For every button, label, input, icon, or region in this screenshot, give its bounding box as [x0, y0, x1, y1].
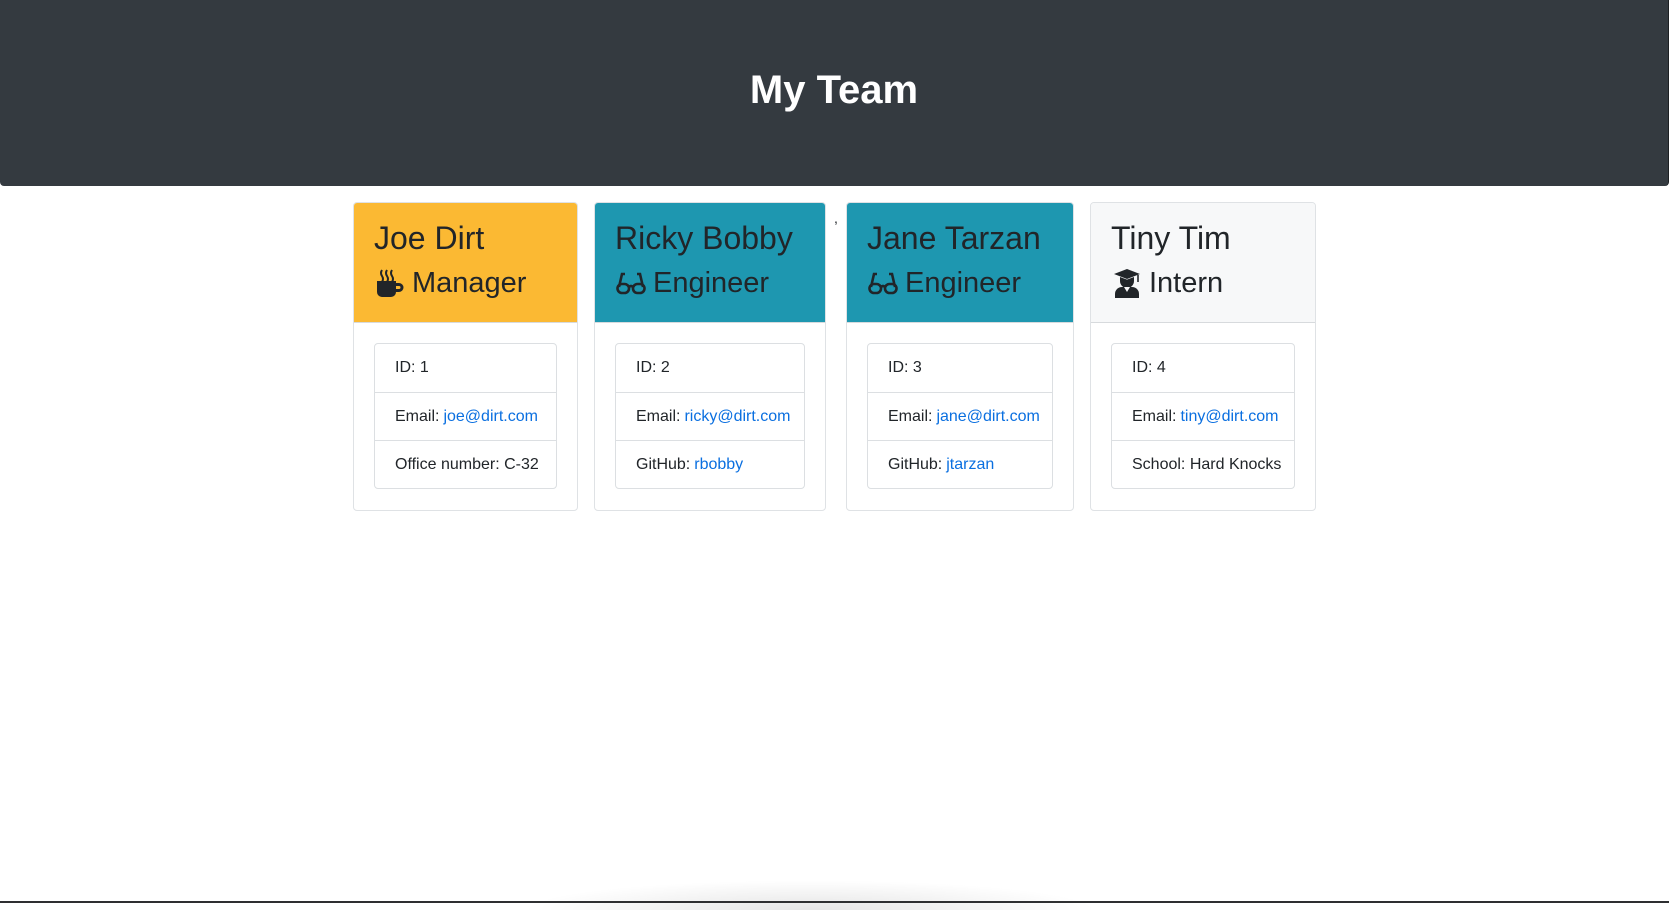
mug-icon	[374, 267, 406, 299]
school-text: School: Hard Knocks	[1132, 455, 1282, 473]
member-role-label: Manager	[412, 267, 527, 299]
member-card-engineer: Jane Tarzan Engineer ID: 3 Email: jane@di…	[846, 202, 1074, 511]
github-link[interactable]: rbobby	[694, 456, 743, 474]
email-link[interactable]: tiny@dirt.com	[1180, 408, 1278, 426]
member-email: Email: joe@dirt.com	[375, 392, 556, 440]
member-id-text: ID: 4	[1132, 359, 1166, 376]
member-school: School: Hard Knocks	[1112, 440, 1294, 488]
member-card-manager: Joe Dirt Manager ID: 1 Email: joe@dirt.co…	[353, 202, 578, 511]
email-link[interactable]: ricky@dirt.com	[684, 408, 790, 426]
member-role: Engineer	[615, 263, 805, 303]
member-email: Email: tiny@dirt.com	[1112, 392, 1294, 440]
email-link[interactable]: jane@dirt.com	[936, 408, 1039, 426]
member-id: ID: 1	[375, 344, 556, 392]
member-name: Ricky Bobby	[615, 220, 793, 256]
member-role-label: Engineer	[905, 267, 1022, 299]
member-id: ID: 3	[868, 344, 1052, 392]
member-id-text: ID: 1	[395, 359, 429, 376]
member-email: Email: ricky@dirt.com	[616, 392, 804, 440]
member-id-text: ID: 2	[636, 359, 670, 376]
stray-comma: ,	[834, 210, 838, 226]
member-details: ID: 4 Email: tiny@dirt.com School: Hard K…	[1111, 343, 1295, 489]
office-number-text: Office number: C-32	[395, 455, 539, 473]
member-name: Jane Tarzan	[867, 220, 1041, 256]
member-role: Intern	[1111, 263, 1295, 303]
email-label: Email:	[1132, 407, 1177, 425]
member-role: Engineer	[867, 263, 1053, 303]
card-header: Joe Dirt Manager	[354, 203, 577, 323]
card-header: Tiny Tim Intern	[1091, 203, 1315, 323]
member-github: GitHub: jtarzan	[868, 440, 1052, 488]
graduate-icon	[1111, 267, 1143, 299]
member-role-label: Intern	[1149, 267, 1224, 299]
member-card-intern: Tiny Tim Intern ID: 4 Email: tiny@dirt.co…	[1090, 202, 1316, 511]
email-label: Email:	[636, 407, 681, 425]
member-email: Email: jane@dirt.com	[868, 392, 1052, 440]
member-details: ID: 1 Email: joe@dirt.com Office number: …	[374, 343, 557, 489]
member-id: ID: 4	[1112, 344, 1294, 392]
email-link[interactable]: joe@dirt.com	[443, 408, 538, 426]
card-header: Ricky Bobby Engineer	[595, 203, 825, 323]
page-header: My Team	[0, 0, 1669, 186]
card-header: Jane Tarzan Engineer	[847, 203, 1073, 323]
email-label: Email:	[888, 407, 933, 425]
bottom-shadow	[520, 880, 1100, 910]
github-link[interactable]: jtarzan	[946, 456, 994, 474]
member-details: ID: 3 Email: jane@dirt.com GitHub: jtarzan	[867, 343, 1053, 489]
member-github: GitHub: rbobby	[616, 440, 804, 488]
github-label: GitHub:	[888, 455, 943, 473]
page-title: My Team	[749, 68, 919, 112]
email-label: Email:	[395, 407, 440, 425]
member-name: Joe Dirt	[374, 220, 485, 256]
member-role: Manager	[374, 263, 557, 303]
member-id-text: ID: 3	[888, 359, 922, 376]
member-name: Tiny Tim	[1111, 220, 1231, 256]
glasses-icon	[615, 267, 647, 299]
member-id: ID: 2	[616, 344, 804, 392]
glasses-icon	[867, 267, 899, 299]
member-card-engineer: Ricky Bobby Engineer ID: 2 Email: ricky@d…	[594, 202, 826, 511]
member-role-label: Engineer	[653, 267, 770, 299]
github-label: GitHub:	[636, 455, 691, 473]
member-office: Office number: C-32	[375, 440, 556, 488]
member-details: ID: 2 Email: ricky@dirt.com GitHub: rbobby	[615, 343, 805, 489]
